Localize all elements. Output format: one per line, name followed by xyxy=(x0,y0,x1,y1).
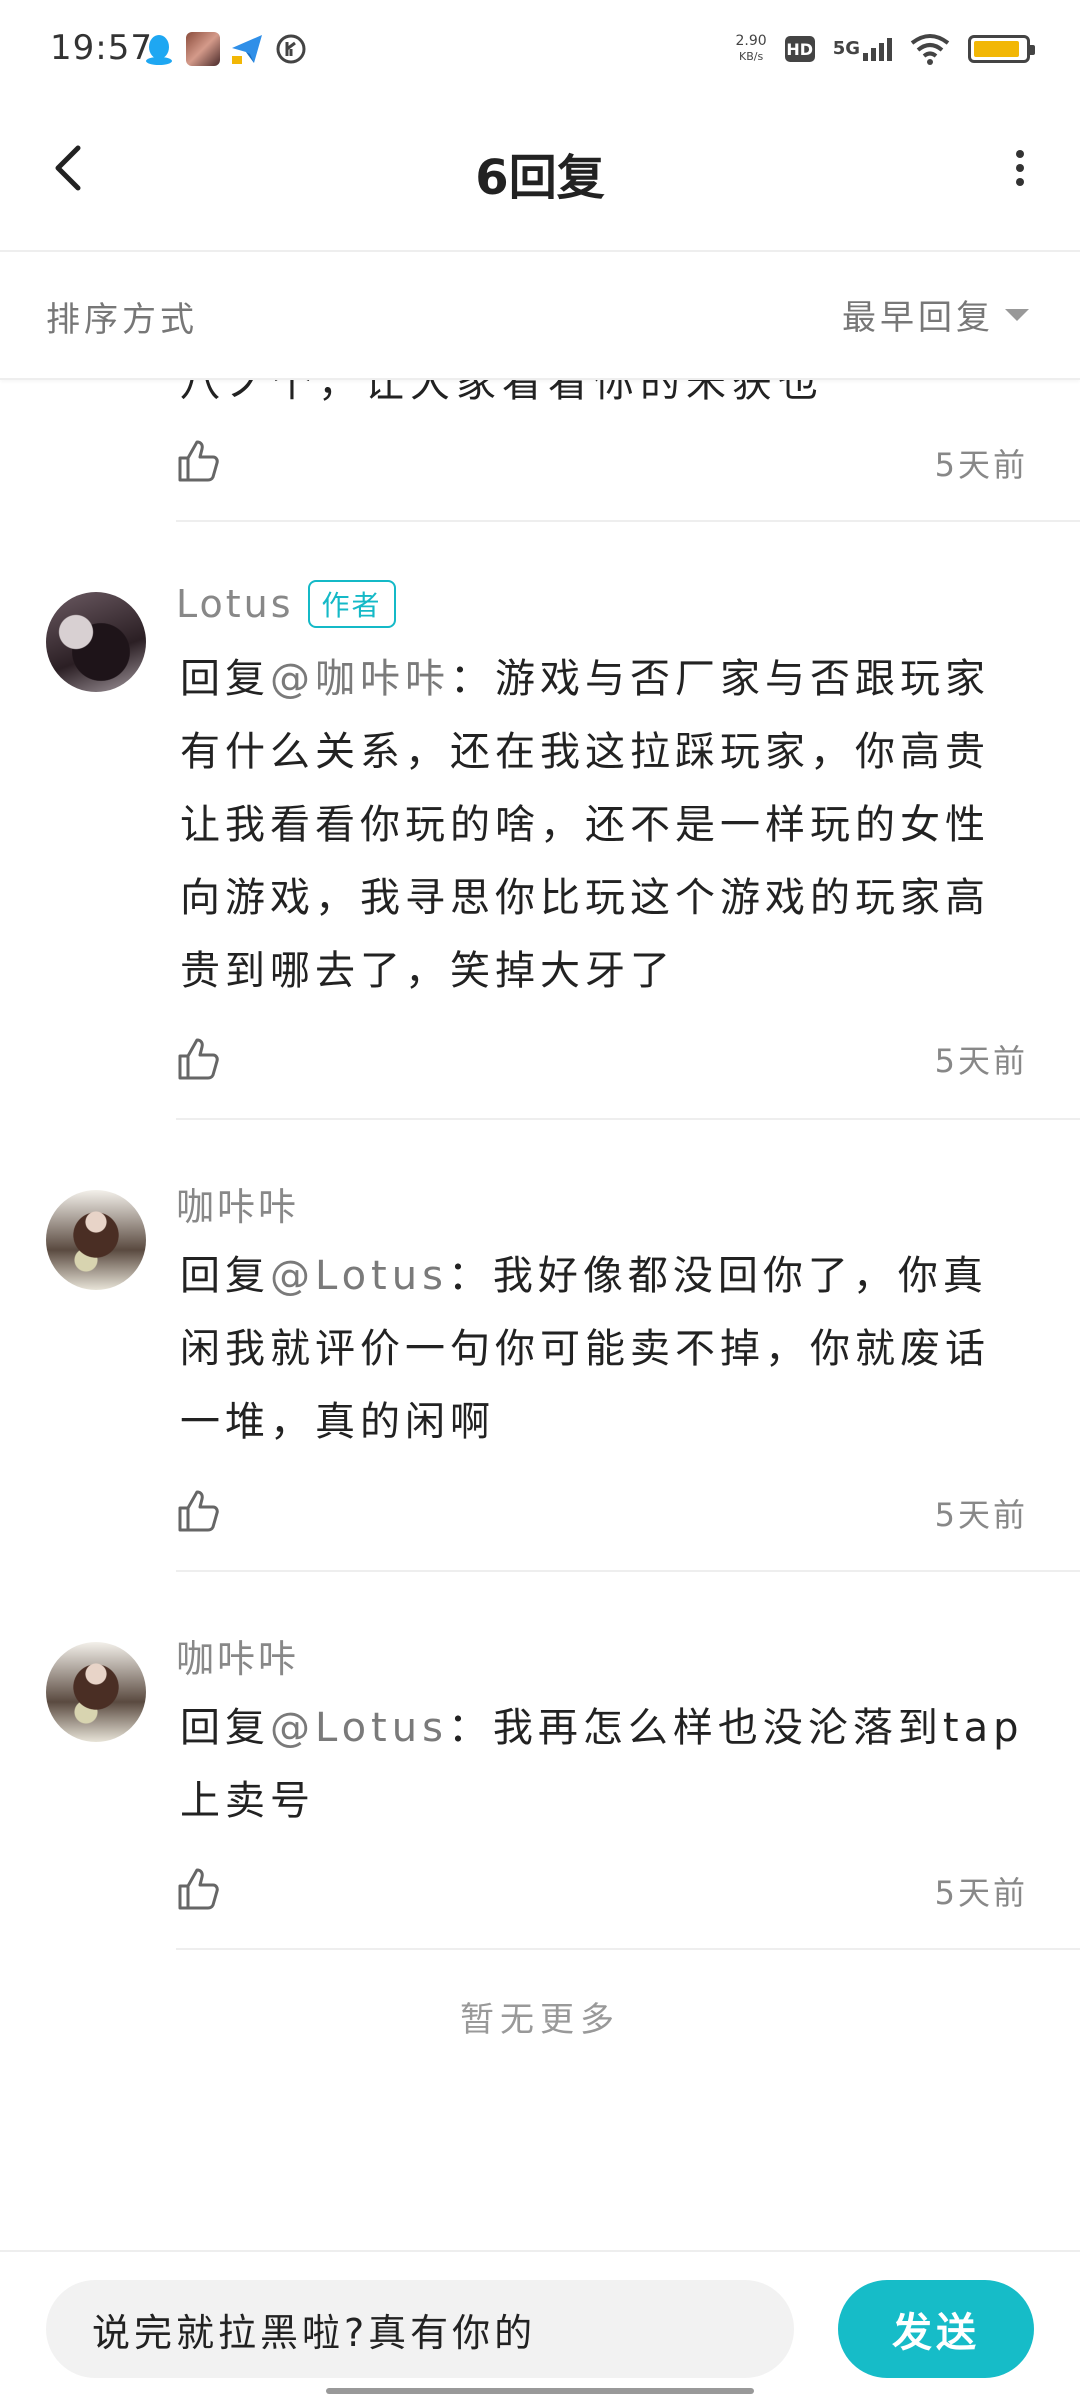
comment-time: 5天前 xyxy=(934,1496,1028,1534)
divider xyxy=(176,1948,1080,1950)
author-badge: 作者 xyxy=(307,580,396,628)
like-icon[interactable] xyxy=(176,438,222,484)
reply-input-bar: 发送 xyxy=(0,2250,1080,2402)
comment-text: 回复@咖咔咔：游戏与否厂家与否跟玩家有什么关系，还在我这拉踩玩家，你高贵让我看看… xyxy=(180,643,1030,1008)
reply-prefix: 回复 xyxy=(180,1253,270,1299)
send-notification-icon xyxy=(230,32,264,66)
circle-notification-icon xyxy=(274,32,308,66)
home-indicator[interactable] xyxy=(326,2388,754,2394)
qq-notification-icon xyxy=(142,32,176,66)
divider xyxy=(176,520,1080,522)
comment-time: 5天前 xyxy=(934,1042,1028,1080)
author-name[interactable]: 咖咔咔 xyxy=(176,1628,299,1683)
author-name[interactable]: 咖咔咔 xyxy=(176,1176,299,1231)
comment-body: ：游戏与否厂家与否跟玩家有什么关系，还在我这拉踩玩家，你高贵让我看看你玩的啥，还… xyxy=(180,656,990,994)
mention-link[interactable]: @Lotus xyxy=(270,1705,448,1751)
speed-value: 2.90 xyxy=(735,33,767,49)
page-title: 6回复 xyxy=(475,150,605,206)
network-label: 5G xyxy=(832,37,860,59)
mention-link[interactable]: @Lotus xyxy=(270,1253,448,1299)
reply-list[interactable]: 八ノ个，让大家看看你的米获也 5天前 Lotus 作者 回复@咖咔咔：游戏与否厂… xyxy=(0,380,1080,2250)
no-more-label: 暂无更多 xyxy=(460,2000,620,2040)
reply-input[interactable] xyxy=(46,2280,794,2378)
dropdown-arrow-icon xyxy=(1005,308,1029,321)
avatar[interactable] xyxy=(46,592,146,692)
signal-icon: 5G xyxy=(832,37,892,61)
status-time: 19:57 xyxy=(50,28,153,68)
comment-header: 咖咔咔 xyxy=(176,1176,299,1231)
network-speed: 2.90 KB/s xyxy=(736,33,767,65)
comment-text: 回复@Lotus：我好像都没回你了，你真闲我就评价一句你可能卖不掉，你就废话一堆… xyxy=(180,1240,1030,1459)
like-icon[interactable] xyxy=(176,1488,222,1534)
comment-time: 5天前 xyxy=(934,1874,1028,1912)
battery-icon xyxy=(968,35,1035,63)
comment-time: 5天前 xyxy=(934,446,1028,484)
more-options-button[interactable] xyxy=(980,138,1040,198)
sort-label: 排序方式 xyxy=(46,300,198,340)
divider xyxy=(176,1118,1080,1120)
reply-prefix: 回复 xyxy=(180,1705,270,1751)
comment-header: 咖咔咔 xyxy=(176,1628,299,1683)
partial-comment-text: 八ノ个，让大家看看你的米获也 xyxy=(180,380,824,406)
author-name[interactable]: Lotus xyxy=(176,582,294,626)
like-icon[interactable] xyxy=(176,1866,222,1912)
divider xyxy=(176,1570,1080,1572)
status-bar: 19:57 2.90 KB/s HD 5G xyxy=(0,0,1080,100)
avatar-notification-icon xyxy=(186,32,220,66)
more-vertical-icon xyxy=(1016,150,1024,186)
comment-text: 回复@Lotus：我再怎么样也没沦落到tap上卖号 xyxy=(180,1692,1030,1838)
sort-value: 最早回复 xyxy=(842,298,994,338)
speed-unit: KB/s xyxy=(739,50,764,63)
hd-icon: HD xyxy=(784,36,815,62)
avatar[interactable] xyxy=(46,1642,146,1742)
mention-link[interactable]: @咖咔咔 xyxy=(270,656,450,702)
sort-dropdown[interactable]: 最早回复 xyxy=(842,290,1030,339)
send-button[interactable]: 发送 xyxy=(838,2280,1034,2378)
like-icon[interactable] xyxy=(176,1036,222,1082)
top-app-bar: 6回复 xyxy=(0,100,1080,252)
avatar[interactable] xyxy=(46,1190,146,1290)
sort-bar: 排序方式 最早回复 xyxy=(0,252,1080,380)
reply-prefix: 回复 xyxy=(180,656,270,702)
status-right-group: 2.90 KB/s HD 5G xyxy=(736,26,1035,72)
wifi-icon xyxy=(910,34,950,65)
comment-header: Lotus 作者 xyxy=(176,580,396,628)
